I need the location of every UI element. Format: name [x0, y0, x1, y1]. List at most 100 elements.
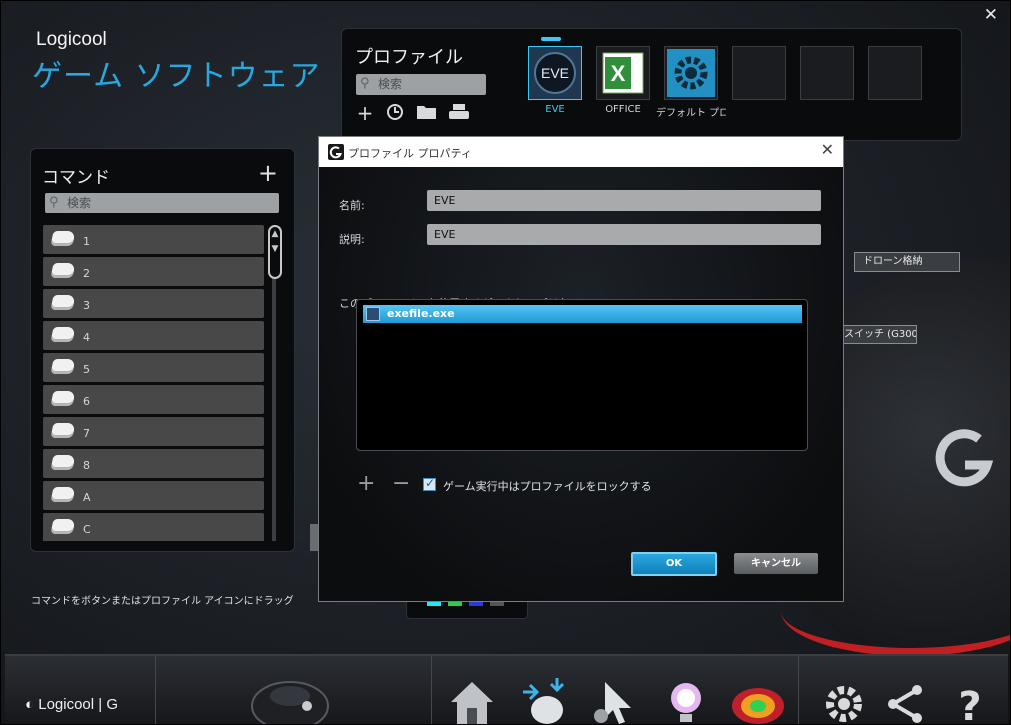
key-icon [50, 455, 76, 470]
app-list-item-label: exefile.exe [387, 307, 455, 320]
command-item[interactable]: 4 [43, 321, 264, 350]
customize-buttons-icon[interactable] [519, 676, 569, 725]
lock-profile-label[interactable]: ゲーム実行中はプロファイルをロックする [443, 478, 652, 494]
command-item[interactable]: 5 [43, 353, 264, 382]
settings-gear-icon[interactable] [819, 676, 869, 725]
scan-icon[interactable] [384, 103, 406, 123]
g-logo-icon: | G [94, 696, 119, 713]
command-label: 7 [83, 427, 90, 440]
add-profile-button[interactable]: + [354, 103, 376, 123]
command-search-input[interactable]: ⚲ 検索 [45, 193, 279, 213]
trash-icon[interactable] [310, 524, 318, 551]
switch-button[interactable]: スイッチ (G300/s [841, 325, 917, 344]
command-item[interactable]: 3 [43, 289, 264, 318]
window-close-button[interactable]: ✕ [984, 7, 998, 24]
apps-list[interactable]: exefile.exe [356, 299, 808, 451]
divider [431, 656, 432, 724]
command-search-placeholder: 検索 [67, 196, 92, 210]
remove-app-button[interactable]: − [392, 473, 410, 495]
logitech-g-icon [935, 429, 994, 487]
add-app-button[interactable]: + [357, 473, 375, 495]
help-icon[interactable]: ? [945, 676, 995, 725]
divider [155, 656, 156, 724]
g-app-icon [328, 144, 344, 160]
heatmap-icon[interactable] [729, 676, 787, 725]
home-icon[interactable] [447, 676, 497, 725]
command-item[interactable]: C [43, 513, 264, 541]
excel-icon: X [602, 52, 644, 94]
command-label: 1 [83, 235, 90, 248]
profile-tile-empty[interactable] [732, 46, 786, 100]
lock-profile-checkbox[interactable]: ✓ [423, 476, 436, 491]
mouse-device-icon[interactable] [245, 670, 335, 725]
app-list-item-selected[interactable]: exefile.exe [363, 305, 802, 323]
drone-dock-button[interactable]: ドローン格納 [854, 252, 960, 272]
command-list: 1 2 3 4 5 6 7 8 A C [43, 225, 264, 541]
description-field[interactable]: EVE [427, 224, 821, 245]
profile-tile-office[interactable]: X [596, 46, 650, 100]
profile-panel: プロファイル ⚲ 検索 + EVE EVE X OFFICE デフォルト プロ [341, 28, 962, 141]
svg-text:X: X [611, 61, 626, 86]
eve-icon: EVE [529, 47, 581, 99]
command-item[interactable]: 2 [43, 257, 264, 286]
command-label: 5 [83, 363, 90, 376]
command-item[interactable]: 7 [43, 417, 264, 446]
command-item[interactable]: 1 [43, 225, 264, 254]
command-scrollbar-thumb[interactable]: ▲ ▼ [268, 225, 282, 279]
key-icon [50, 423, 76, 438]
app-title: ゲーム ソフトウェア [32, 59, 321, 94]
profile-tile-label: EVE [545, 104, 565, 115]
profile-properties-dialog: プロファイル プロパティ ✕ 名前: EVE 説明: EVE このプロファイルを… [318, 136, 844, 602]
print-icon[interactable] [448, 103, 470, 123]
dialog-body: 名前: EVE 説明: EVE このプロファイルを使用するゲームとアプリケーショ… [319, 167, 843, 601]
drag-hint: コマンドをボタンまたはプロファイル アイコンにドラッグ [31, 596, 294, 607]
command-label: 3 [83, 299, 90, 312]
logicool-logo-icon: ◐ [25, 696, 39, 713]
profile-tile-default[interactable] [664, 46, 718, 100]
key-icon [50, 263, 76, 278]
key-icon [50, 327, 76, 342]
svg-text:EVE: EVE [541, 65, 569, 81]
cancel-button[interactable]: キャンセル [734, 553, 818, 574]
share-icon[interactable] [881, 676, 931, 725]
dialog-close-button[interactable]: ✕ [821, 142, 834, 158]
ok-button[interactable]: OK [631, 552, 717, 576]
brand-name: Logicool [36, 29, 107, 50]
lighting-icon[interactable] [661, 676, 711, 725]
key-icon [50, 519, 76, 534]
dialog-titlebar: プロファイル プロパティ ✕ [319, 137, 843, 167]
command-item[interactable]: 6 [43, 385, 264, 414]
command-item[interactable]: 8 [43, 449, 264, 478]
profile-tile-eve[interactable]: EVE [528, 46, 582, 100]
search-icon: ⚲ [49, 195, 59, 210]
key-icon [50, 231, 76, 246]
bottom-navigation: ◐ Logicool | G ? [5, 654, 1008, 725]
command-title: コマンド [42, 168, 110, 188]
open-folder-icon[interactable] [416, 103, 438, 123]
profile-tile-label: デフォルト プロ [656, 108, 726, 119]
add-command-button[interactable]: + [258, 161, 278, 185]
svg-text:?: ? [958, 684, 981, 725]
main-window: ✕ Logicool ゲーム ソフトウェア プロファイル ⚲ 検索 + EVE … [0, 0, 1011, 725]
command-panel: コマンド + ⚲ 検索 1 2 3 4 5 6 7 8 A C ▲ ▼ [30, 148, 295, 552]
name-field[interactable]: EVE [427, 190, 821, 211]
pointer-settings-icon[interactable] [591, 676, 641, 725]
search-icon: ⚲ [360, 76, 370, 91]
key-icon [50, 487, 76, 502]
profile-search-input[interactable]: ⚲ 検索 [356, 74, 486, 95]
bottom-brand: ◐ Logicool | G [25, 696, 118, 713]
exe-file-icon [366, 307, 380, 321]
profile-tile-empty[interactable] [868, 46, 922, 100]
command-item[interactable]: A [43, 481, 264, 510]
command-label: 6 [83, 395, 90, 408]
divider [798, 656, 799, 724]
gear-icon [667, 49, 715, 97]
key-icon [50, 391, 76, 406]
dialog-title: プロファイル プロパティ [348, 147, 472, 160]
description-label: 説明: [339, 233, 365, 246]
key-icon [50, 295, 76, 310]
profile-search-placeholder: 検索 [378, 77, 403, 91]
profile-tile-empty[interactable] [800, 46, 854, 100]
command-label: C [83, 523, 91, 536]
checkmark-icon: ✓ [425, 476, 436, 490]
